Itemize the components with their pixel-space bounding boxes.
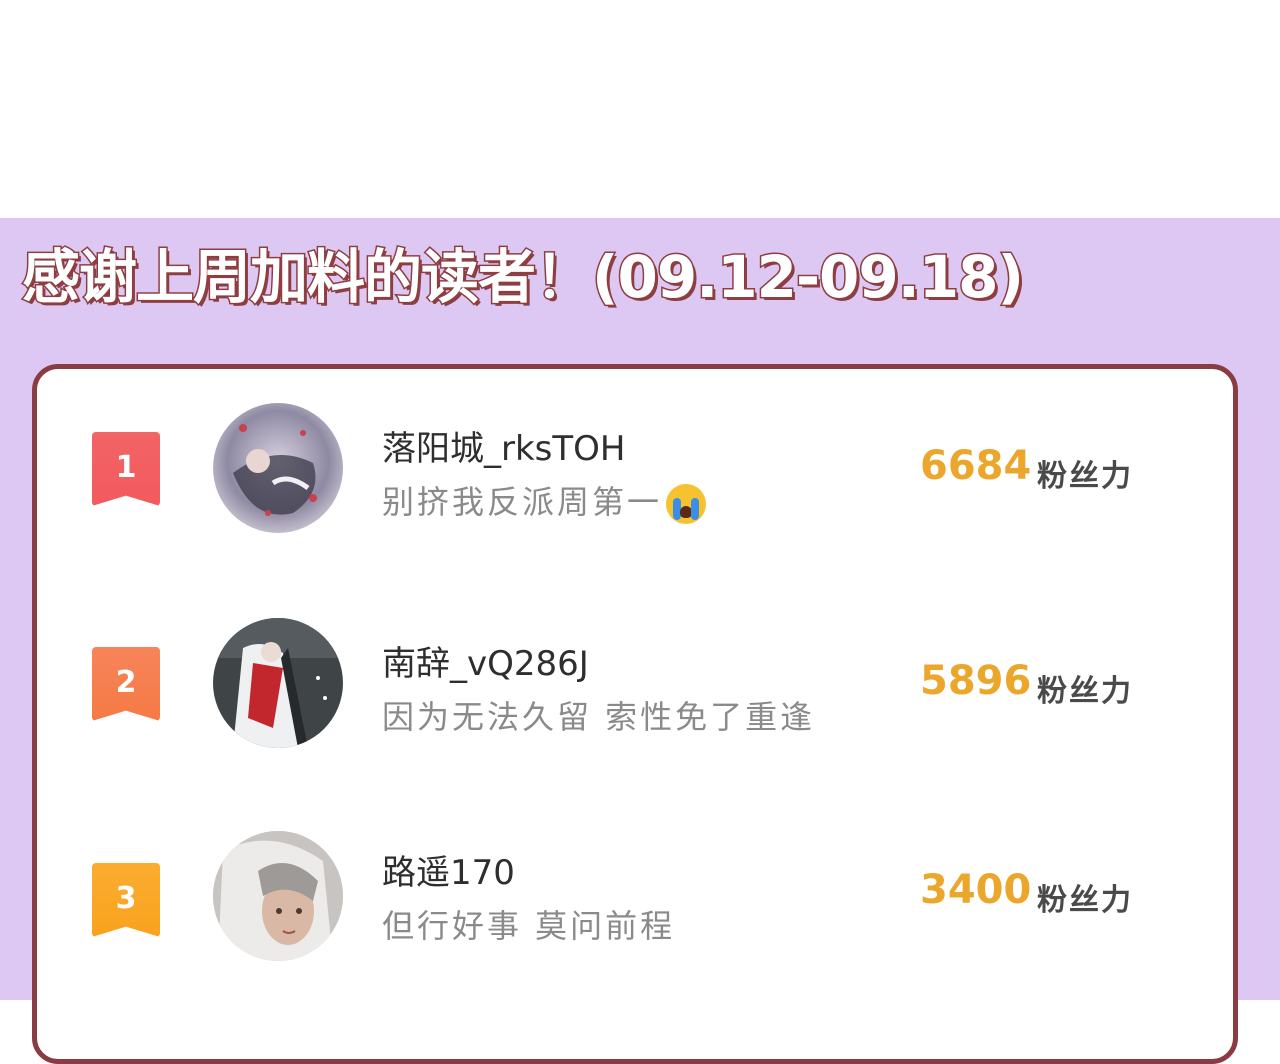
fan-score-3: 3400 [920,867,1032,913]
motto-text-1: 别挤我反派周第一 [382,483,663,521]
reader-name-2: 南辞_vQ286J [382,644,589,684]
avatar-3 [213,831,343,961]
top-blank-area [0,0,1280,218]
ranking-row-3: 3 路遥170 但行好事 莫问前程 3400 粉丝力 [37,827,1243,967]
avatar-image [213,618,343,748]
reader-name-1: 落阳城_rksTOH [382,429,626,469]
avatar-image [213,403,343,533]
fan-power-label-3: 粉丝力 [1037,883,1133,918]
ranking-card: 1 落阳城_rksTOH 别挤我反派周第一 6684 粉丝力 2 南辞_vQ28… [32,364,1238,1064]
loudly-crying-face-icon [666,484,707,524]
ranking-row-2: 2 南辞_vQ286J 因为无法久留 索性免了重逢 5896 粉丝力 [37,614,1243,754]
reader-motto-3: 但行好事 莫问前程 [382,907,676,945]
reader-motto-2: 因为无法久留 索性免了重逢 [382,698,816,736]
rank-badge-3: 3 [92,863,160,937]
fan-score-1: 6684 [920,443,1032,489]
rank-badge-1: 1 [92,432,160,506]
fan-score-2: 5896 [920,658,1032,704]
banner-title: 感谢上周加料的读者！(09.12-09.18) [20,243,1025,311]
avatar-image [213,831,343,961]
ranking-row-1: 1 落阳城_rksTOH 别挤我反派周第一 6684 粉丝力 [37,399,1243,539]
rank-badge-2: 2 [92,647,160,721]
reader-name-3: 路遥170 [382,853,515,893]
fan-power-label-1: 粉丝力 [1037,459,1133,494]
avatar-2 [213,618,343,748]
reader-motto-1: 别挤我反派周第一 [382,477,707,524]
avatar-1 [213,403,343,533]
fan-power-label-2: 粉丝力 [1037,674,1133,709]
